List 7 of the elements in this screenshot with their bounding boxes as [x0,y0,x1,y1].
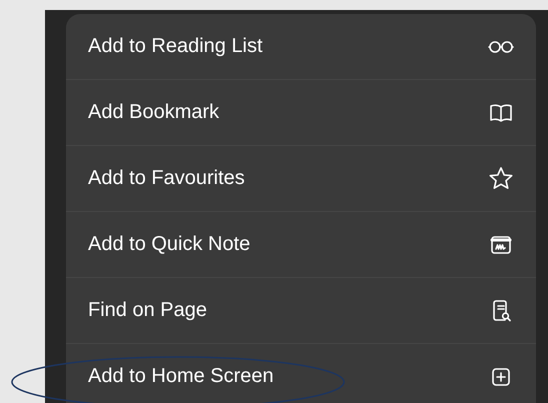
menu-item[interactable]: Find on Page [66,278,536,344]
menu-item[interactable]: Add to Home Screen [66,344,536,403]
menu-item[interactable]: Add to Reading List [66,14,536,80]
star-icon [488,166,514,192]
menu-item[interactable]: Add to Favourites [66,146,536,212]
menu-item[interactable]: Add Bookmark [66,80,536,146]
menu-item[interactable]: Add to Quick Note [66,212,536,278]
